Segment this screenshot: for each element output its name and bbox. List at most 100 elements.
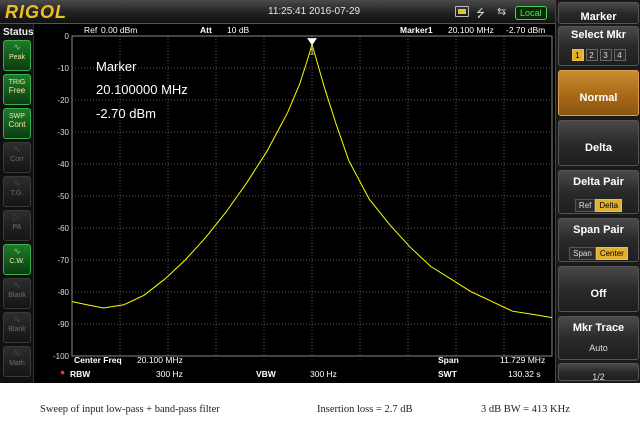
mkr-trace-key[interactable]: Mkr Trace Auto — [558, 316, 639, 360]
delta-label: Delta — [585, 142, 612, 154]
blank-icon: ∿ — [13, 281, 21, 291]
y-tick-label: -90 — [57, 320, 69, 329]
y-tick-label: -100 — [53, 352, 70, 361]
math-icon: ∿ — [13, 349, 21, 359]
center-freq-label: Center Freq — [74, 355, 122, 365]
status-button-label: Peak — [9, 54, 25, 61]
mkr-trace-value: Auto — [589, 343, 608, 353]
select-mkr-key[interactable]: Select Mkr 1234 — [558, 26, 639, 66]
status-button-pa[interactable]: ▷ PA — [3, 210, 31, 241]
y-tick-label: -60 — [57, 224, 69, 233]
center-freq-value: 20.100 MHz — [137, 355, 183, 365]
swt-value: 130.32 s — [508, 369, 541, 379]
status-panel: Status ∿ Peak TRIG Free SWP Cont ∿ Corr ∿ T.G. ▷ PA… — [0, 24, 34, 383]
status-button-label: Blank — [8, 326, 26, 333]
span-pair-option-span[interactable]: Span — [569, 247, 596, 260]
delta-pair-option-delta[interactable]: Delta — [595, 199, 623, 212]
rbw-indicator-dot: ● — [60, 367, 66, 377]
vbw-label: VBW — [256, 369, 276, 379]
local-badge[interactable]: Local — [515, 6, 547, 20]
mkr-trace-title: Mkr Trace — [572, 322, 625, 334]
y-tick-label: -40 — [57, 160, 69, 169]
peak-wave-icon: ∿ — [13, 43, 21, 53]
caption-right: 3 dB BW = 413 KHz — [481, 404, 570, 415]
span-pair-title: Span Pair — [573, 224, 624, 236]
spectrum-graph: 0 -10 -20 -30 -40 -50 -60 -70 -80 -90 -100 1 — [53, 32, 553, 361]
y-tick-label: -50 — [57, 192, 69, 201]
lan-icon: ⇆ — [497, 5, 507, 18]
marker-select-1[interactable]: 1 — [571, 49, 584, 61]
y-tick-label: -10 — [57, 64, 69, 73]
status-button-label: Corr — [10, 156, 24, 163]
page-indicator[interactable]: 1/2 — [558, 363, 639, 382]
status-button-sublabel: Free — [8, 86, 26, 95]
vbw-value: 300 Hz — [310, 369, 337, 379]
blank-icon: ∿ — [13, 315, 21, 325]
span-pair-key[interactable]: Span Pair Span Center — [558, 218, 639, 262]
status-button-tg[interactable]: ∿ T.G. — [3, 176, 31, 207]
date-time: 11:25:41 2016-07-29 — [268, 6, 361, 17]
delta-button[interactable]: Delta — [558, 120, 639, 166]
top-bar: RIGOL 11:25:41 2016-07-29 ⭍ ⇆ Local — [0, 0, 555, 24]
marker-number-label: 1 — [310, 48, 315, 57]
normal-label: Normal — [579, 92, 618, 104]
marker-select-3[interactable]: 3 — [599, 49, 612, 61]
y-tick-label: -30 — [57, 128, 69, 137]
status-button-label: C.W. — [9, 258, 25, 265]
status-button-label: Math — [9, 360, 25, 367]
marker-readout-freq: 20.100000 MHz — [96, 82, 188, 97]
status-button-math[interactable]: ∿ Math — [3, 346, 31, 377]
y-tick-label: -80 — [57, 288, 69, 297]
status-button-sublabel: Cont — [8, 120, 26, 129]
att-label: Att — [200, 25, 212, 35]
caption: Sweep of input low-pass + band-pass filt… — [0, 383, 640, 435]
status-title: Status — [3, 27, 34, 38]
span-label: Span — [438, 355, 459, 365]
caption-middle: Insertion loss = 2.7 dB — [317, 404, 413, 415]
marker-readout-level: -2.70 dBm — [96, 106, 156, 121]
status-button-blank[interactable]: ∿ Blank — [3, 312, 31, 343]
status-button-cw[interactable]: ∿ C.W. — [3, 244, 31, 275]
swt-label: SWT — [438, 369, 457, 379]
delta-pair-key[interactable]: Delta Pair Ref Delta — [558, 170, 639, 214]
status-button-blank[interactable]: ∿ Blank — [3, 278, 31, 309]
marker-header-level: -2.70 dBm — [506, 25, 546, 35]
span-value: 11.729 MHz — [500, 355, 546, 365]
rigol-logo: RIGOL — [5, 2, 67, 22]
usb-icon: ⭍ — [476, 7, 486, 20]
att-value: 10 dB — [227, 25, 250, 35]
ref-label: Ref — [84, 25, 98, 35]
y-tick-label: -70 — [57, 256, 69, 265]
status-button-trig[interactable]: TRIG Free — [3, 74, 31, 105]
delta-pair-option-ref[interactable]: Ref — [574, 199, 596, 212]
off-button[interactable]: Off — [558, 266, 639, 312]
status-button-label: PA — [12, 224, 22, 231]
pa-icon: ▷ — [13, 213, 21, 223]
marker-select-2[interactable]: 2 — [585, 49, 598, 61]
analyzer-screen: RIGOL 11:25:41 2016-07-29 ⭍ ⇆ Local Stat… — [0, 0, 640, 383]
menu-title-text: Marker — [580, 11, 617, 23]
y-tick-label: 0 — [65, 32, 70, 41]
rbw-label: RBW — [70, 369, 91, 379]
page-label: 1/2 — [592, 372, 605, 382]
status-button-swp[interactable]: SWP Cont — [3, 108, 31, 139]
cw-wave-icon: ∿ — [13, 247, 21, 257]
marker-select-4[interactable]: 4 — [613, 49, 626, 61]
status-button-corr[interactable]: ∿ Corr — [3, 142, 31, 173]
normal-button[interactable]: Normal — [558, 70, 639, 116]
marker-readout-title: Marker — [96, 59, 137, 74]
marker-triangle-icon — [307, 38, 317, 46]
delta-pair-title: Delta Pair — [573, 176, 624, 188]
marker-header-freq: 20.100 MHz — [448, 25, 494, 35]
off-label: Off — [590, 288, 607, 300]
battery-icon — [455, 6, 469, 17]
status-button-peak[interactable]: ∿ Peak — [3, 40, 31, 71]
status-button-label: Blank — [8, 292, 26, 299]
marker-header-label: Marker1 — [400, 25, 433, 35]
menu-title: Marker — [558, 2, 639, 24]
select-mkr-title: Select Mkr — [570, 29, 627, 41]
rbw-value: 300 Hz — [156, 369, 183, 379]
span-pair-option-center[interactable]: Center — [595, 247, 628, 260]
ref-value: 0.00 dBm — [101, 25, 138, 35]
spectrum-plot: 0 -10 -20 -30 -40 -50 -60 -70 -80 -90 -100 1 Ref 0.… — [34, 24, 555, 383]
